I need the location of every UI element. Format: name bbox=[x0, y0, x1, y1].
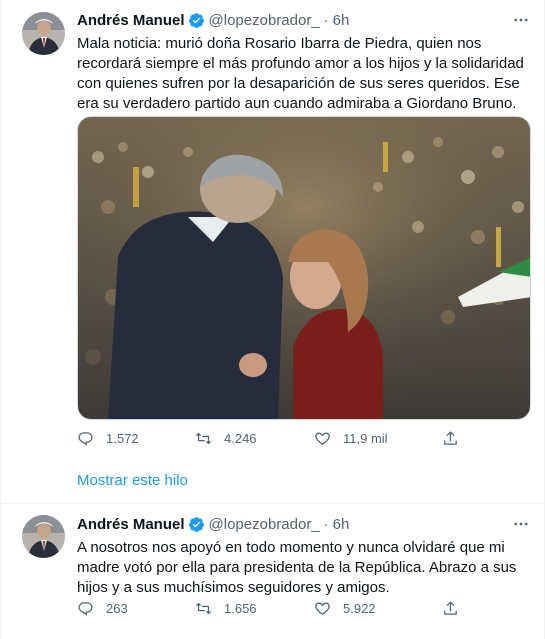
like-count: 5.922 bbox=[343, 601, 376, 616]
share-button[interactable] bbox=[442, 430, 459, 447]
author-name[interactable]: Andrés Manuel bbox=[77, 516, 185, 533]
avatar-image bbox=[22, 12, 65, 55]
retweet-button[interactable]: 4.246 bbox=[195, 430, 257, 447]
like-icon bbox=[315, 432, 330, 445]
retweet-icon bbox=[195, 432, 212, 445]
header-separator: · bbox=[323, 515, 329, 533]
tweet-text: A nosotros nos apoyó en todo momento y n… bbox=[77, 539, 517, 596]
tweet-text: Mala noticia: murió doña Rosario Ibarra … bbox=[77, 35, 524, 112]
author-name[interactable]: Andrés Manuel bbox=[77, 12, 185, 29]
verified-badge-icon bbox=[188, 12, 204, 28]
avatar[interactable] bbox=[22, 12, 65, 55]
retweet-count: 4.246 bbox=[224, 431, 257, 446]
reply-count: 263 bbox=[106, 601, 128, 616]
tweet-1[interactable]: Andrés Manuel @lopezobrador_ · 6h Mala n… bbox=[0, 0, 545, 503]
more-options-icon bbox=[514, 522, 528, 526]
tweet-actions: 1.572 4.246 11,9 mil bbox=[77, 430, 477, 450]
tweet-timestamp[interactable]: 6h bbox=[333, 516, 350, 533]
reply-button[interactable]: 1.572 bbox=[77, 430, 139, 447]
author-handle[interactable]: @lopezobrador_ bbox=[209, 516, 320, 533]
like-button[interactable]: 11,9 mil bbox=[314, 430, 388, 447]
author-handle[interactable]: @lopezobrador_ bbox=[209, 12, 320, 29]
more-options-button[interactable] bbox=[511, 514, 531, 534]
like-icon bbox=[315, 602, 330, 615]
tweet-timestamp[interactable]: 6h bbox=[333, 12, 350, 29]
reply-button[interactable]: 263 bbox=[77, 600, 128, 617]
tweet-header: Andrés Manuel @lopezobrador_ · 6h bbox=[77, 10, 349, 30]
avatar[interactable] bbox=[22, 515, 65, 558]
show-thread-link[interactable]: Mostrar este hilo bbox=[77, 472, 188, 489]
avatar-image bbox=[22, 515, 65, 558]
header-separator: · bbox=[323, 11, 329, 29]
like-button[interactable]: 5.922 bbox=[314, 600, 376, 617]
reply-icon bbox=[78, 432, 93, 446]
verified-badge-icon bbox=[188, 516, 204, 532]
tweet-2[interactable]: Andrés Manuel @lopezobrador_ · 6h A noso… bbox=[0, 503, 545, 639]
retweet-count: 1.656 bbox=[224, 601, 257, 616]
share-button[interactable] bbox=[442, 600, 459, 617]
share-icon bbox=[444, 431, 457, 445]
more-options-icon bbox=[514, 18, 528, 22]
retweet-icon bbox=[195, 602, 212, 615]
reply-icon bbox=[78, 602, 93, 616]
share-icon bbox=[444, 601, 457, 615]
retweet-button[interactable]: 1.656 bbox=[195, 600, 257, 617]
photo-image bbox=[78, 117, 530, 419]
more-options-button[interactable] bbox=[511, 10, 531, 30]
tweet-photo[interactable] bbox=[77, 116, 531, 420]
reply-count: 1.572 bbox=[106, 431, 139, 446]
like-count: 11,9 mil bbox=[343, 431, 388, 446]
tweet-actions: 263 1.656 5.922 bbox=[77, 600, 477, 620]
tweet-header: Andrés Manuel @lopezobrador_ · 6h bbox=[77, 514, 349, 534]
